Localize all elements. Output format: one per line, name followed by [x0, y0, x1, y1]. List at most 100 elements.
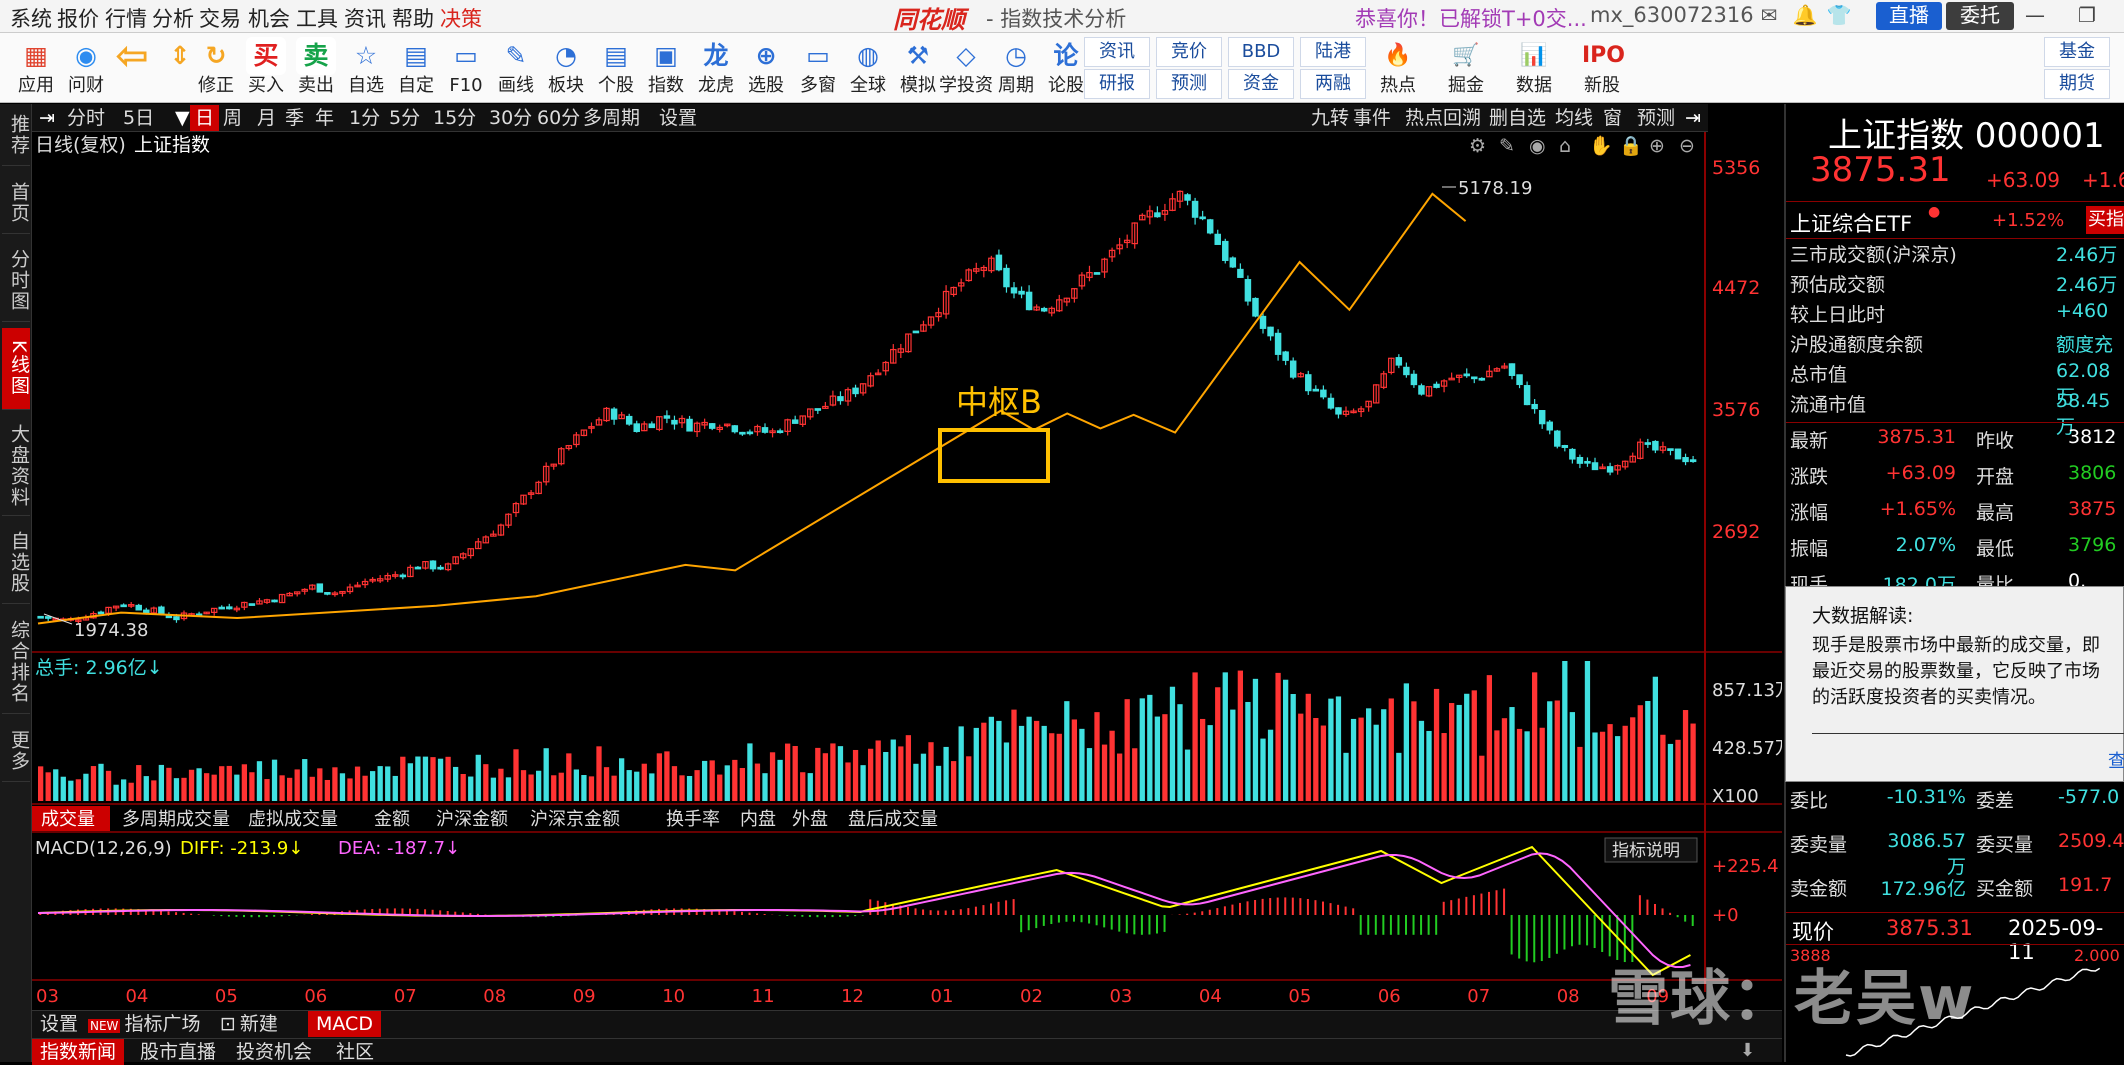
leftnav-item[interactable]: 自选股 — [2, 522, 30, 604]
leftnav-item[interactable]: K线图 — [2, 328, 30, 410]
volume-tab-8[interactable]: 外盘 — [792, 809, 828, 830]
candle-body — [1229, 257, 1237, 268]
popup-body: 现手是股票市场中最新的成交量，即最近交易的股票数量，它反映了市场的活跃度投资者的… — [1812, 635, 2100, 708]
grid-link[interactable]: 两融 — [1300, 69, 1366, 99]
grid-link[interactable]: 资金 — [1228, 69, 1294, 99]
etf-buy-button[interactable]: 买指 — [2086, 206, 2124, 234]
expand-icon[interactable]: ⇥ — [34, 105, 60, 131]
chart-tool-icon[interactable]: ⊖ — [1679, 135, 1695, 157]
period-5[interactable]: 季 — [280, 105, 309, 131]
volume-tab-5[interactable]: 沪深京金额 — [530, 809, 620, 830]
minimize-icon[interactable]: — — [2020, 2, 2050, 30]
kline-chart[interactable]: 日线(复权) 上证指数 ⚙ ✎ ◉ ⌂ ✋ 🔒 ⊕ ⊖ 5356 4472 3576 2692 中枢B 517… — [32, 132, 1782, 1024]
period-tool-0[interactable]: 九转 — [1306, 105, 1354, 131]
volume-tab-6[interactable]: 换手率 — [666, 809, 720, 830]
grid-link[interactable]: 预测 — [1156, 69, 1222, 99]
leftnav-item[interactable]: 推荐 — [2, 104, 30, 166]
menu-2[interactable]: 行情 — [105, 3, 147, 33]
volume-tab-3[interactable]: 金额 — [374, 809, 410, 830]
menu-0[interactable]: 系统 — [10, 3, 52, 33]
collapse-right-icon[interactable]: ⇥ — [1680, 105, 1706, 131]
toolbar-hot-button[interactable]: 🔥 热点 — [1366, 35, 1430, 101]
menu-8[interactable]: 帮助 — [392, 3, 434, 33]
bell-icon[interactable]: 🔔 — [1788, 2, 1822, 30]
period-3[interactable]: 周 — [218, 105, 247, 131]
period-1[interactable]: 5日 — [118, 105, 159, 131]
popup-link[interactable]: 查 — [2108, 747, 2124, 773]
mail-icon[interactable]: ✉ — [1752, 2, 1786, 30]
indicator-tab-2[interactable]: ⊡ 新建 — [212, 1011, 286, 1037]
period-9[interactable]: 15分 — [428, 105, 481, 131]
grid-link[interactable]: 期货 — [2044, 69, 2110, 99]
volume-tab-9[interactable]: 盘后成交量 — [848, 809, 938, 830]
macd-note-label[interactable]: 指标说明 — [1612, 841, 1680, 861]
unlock-banner[interactable]: 恭喜你！已解锁T+0交... — [1355, 3, 1587, 33]
chart-tool-icon[interactable]: ⊕ — [1649, 135, 1665, 157]
period-12[interactable]: 多周期 — [578, 105, 645, 131]
period-tool-1[interactable]: 事件 — [1348, 105, 1396, 131]
period-0[interactable]: 分时 — [62, 105, 110, 131]
menu-4[interactable]: 交易 — [199, 3, 241, 33]
news-tab-1[interactable]: 股市直播 — [132, 1039, 224, 1065]
volume-tab-4[interactable]: 沪深金额 — [436, 809, 508, 830]
news-tab-0[interactable]: 指数新闻 — [32, 1039, 125, 1065]
menu-9[interactable]: 决策 — [440, 3, 482, 33]
indicator-tab-1[interactable]: NEW 指标广场 — [80, 1011, 208, 1037]
menu-1[interactable]: 报价 — [57, 3, 99, 33]
leftnav-item[interactable]: 大盘资料 — [2, 416, 30, 516]
toolbar-cart-button[interactable]: 🛒 掘金 — [1434, 35, 1498, 101]
news-tab-2[interactable]: 投资机会 — [228, 1039, 320, 1065]
period-tool-6[interactable]: 预测 — [1632, 105, 1680, 131]
menu-5[interactable]: 机会 — [248, 3, 290, 33]
leftnav-item[interactable]: 分时图 — [2, 240, 30, 322]
news-tab-3[interactable]: 社区 — [328, 1039, 382, 1065]
grid-link[interactable]: 资讯 — [1084, 37, 1150, 67]
chart-tool-icon[interactable]: 🔒 — [1619, 135, 1643, 157]
simulate-icon: ⚒ — [906, 41, 930, 70]
grid-link[interactable]: 基金 — [2044, 37, 2110, 67]
chart-tool-icon[interactable]: ◉ — [1529, 135, 1546, 157]
stat-value: 2.46万 — [2056, 274, 2118, 296]
chart-tool-icon[interactable]: ⚙ — [1469, 135, 1486, 157]
grid-link[interactable]: 研报 — [1084, 69, 1150, 99]
chart-tool-icon[interactable]: ✋ — [1589, 134, 1613, 157]
leftnav-item[interactable]: 首页 — [2, 172, 30, 234]
indicator-tab-0[interactable]: 设置 — [32, 1011, 86, 1037]
dropdown-icon[interactable]: ▼ — [170, 105, 195, 131]
volume-tab-7[interactable]: 内盘 — [740, 809, 776, 830]
live-button[interactable]: 直播 — [1876, 2, 1942, 30]
etf-name[interactable]: 上证综合ETF — [1790, 208, 1912, 238]
indicator-tab-3[interactable]: MACD — [308, 1011, 381, 1037]
period-tool-4[interactable]: 均线 — [1550, 105, 1598, 131]
grid-link[interactable]: 陆港 — [1300, 37, 1366, 67]
period-tool-5[interactable]: 窗 — [1598, 105, 1627, 131]
period-10[interactable]: 30分 — [484, 105, 537, 131]
grid-link[interactable]: 竞价 — [1156, 37, 1222, 67]
toolbar-ipo-button[interactable]: IPO 新股 — [1570, 35, 1634, 101]
volume-tab-active[interactable]: 成交量 — [41, 809, 95, 830]
entrust-button[interactable]: 委托 — [1946, 2, 2014, 30]
username[interactable]: mx_630072316 — [1590, 3, 1754, 27]
restore-icon[interactable]: ❐ — [2072, 2, 2102, 30]
leftnav-item[interactable]: 更多 — [2, 720, 30, 782]
leftnav-item[interactable]: 综合排名 — [2, 610, 30, 714]
period-13[interactable]: 设置 — [654, 105, 702, 131]
x-tick: 10 — [662, 986, 685, 1007]
menu-7[interactable]: 资讯 — [344, 3, 386, 33]
chart-tool-icon[interactable]: ✎ — [1499, 135, 1515, 157]
shirt-icon[interactable]: 👕 — [1822, 2, 1856, 30]
collapse-icon[interactable]: ⬇ — [1740, 1040, 1755, 1061]
volume-tab-2[interactable]: 虚拟成交量 — [248, 809, 338, 830]
period-4[interactable]: 月 — [252, 105, 281, 131]
grid-link[interactable]: BBD — [1228, 37, 1294, 67]
volume-tab-1[interactable]: 多周期成交量 — [122, 809, 230, 830]
period-tool-3[interactable]: 删自选 — [1484, 105, 1551, 131]
chart-tool-icon[interactable]: ⌂ — [1559, 135, 1571, 157]
menu-6[interactable]: 工具 — [296, 3, 338, 33]
period-7[interactable]: 1分 — [344, 105, 385, 131]
period-6[interactable]: 年 — [310, 105, 339, 131]
menu-3[interactable]: 分析 — [152, 3, 194, 33]
period-8[interactable]: 5分 — [384, 105, 425, 131]
toolbar-data-button[interactable]: 📊 数据 — [1502, 35, 1566, 101]
period-tool-2[interactable]: 热点回溯 — [1400, 105, 1486, 131]
